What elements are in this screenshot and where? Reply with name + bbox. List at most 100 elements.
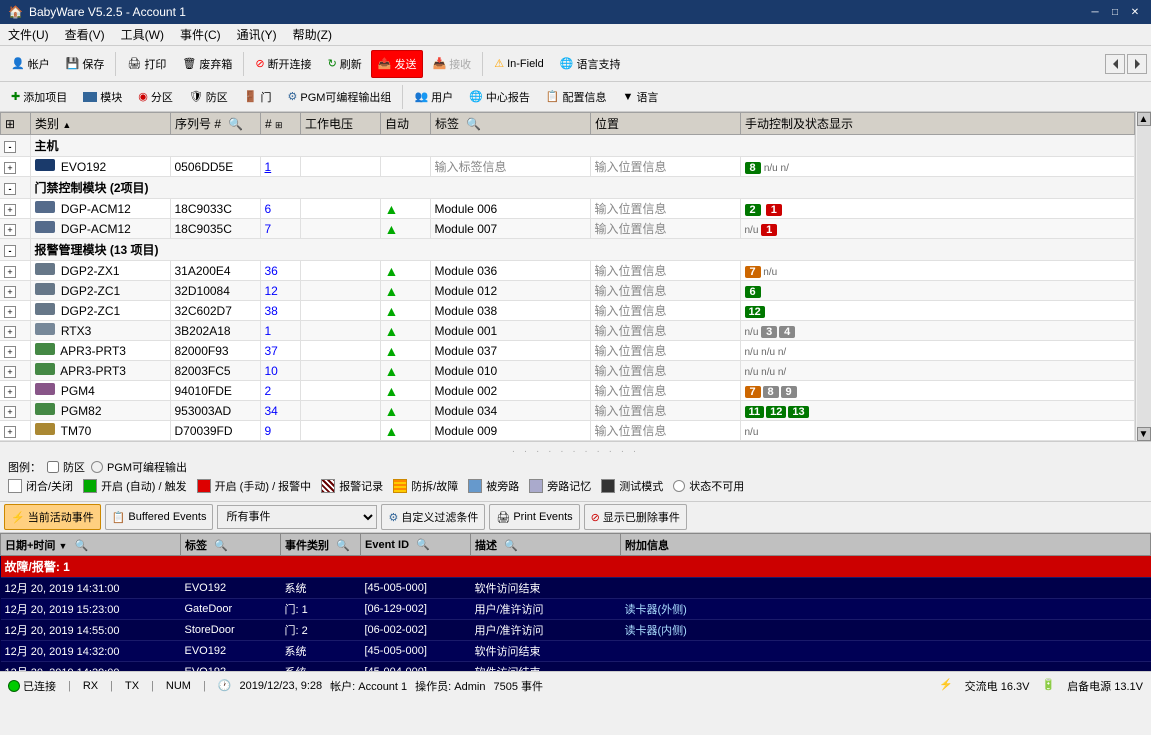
print-events-icon: 🖨 [496,511,510,524]
event-row[interactable]: 12月 20, 2019 14:55:00 StoreDoor 门: 2 [06… [1,620,1151,641]
menu-view[interactable]: 查看(V) [57,24,113,45]
col-serial[interactable]: 序列号 # 🔍 [171,113,261,135]
table-row[interactable]: + DGP-ACM12 18C9035C 7 ▲ Module 007 输入位置… [0,219,1135,239]
status-bar: 已连接 | RX | TX | NUM | 🕐 2019/12/23, 9:28… [0,671,1151,699]
event-row[interactable]: 12月 20, 2019 15:23:00 GateDoor 门: 1 [06-… [1,599,1151,620]
maximize-button[interactable]: □ [1107,4,1123,20]
btn-disconnect[interactable]: ⊘ 断开连接 [248,50,318,78]
btn-area[interactable]: 🛡 防区 [182,85,235,109]
window-title: BabyWare V5.2.5 - Account 1 [29,5,186,19]
col-type[interactable]: 类别 ▲ [31,113,171,135]
minimize-button[interactable]: ─ [1087,4,1103,20]
menu-help[interactable]: 帮助(Z) [285,24,340,45]
status-operator: 操作员: Admin [415,678,485,694]
events-toolbar: ⚡ 当前活动事件 📋 Buffered Events 所有事件 ⚙ 自定义过滤条… [0,501,1151,533]
btn-language[interactable]: 🌐 语言支持 [553,50,628,78]
ev-col-label[interactable]: 标签 🔍 [181,534,281,556]
event-row[interactable]: 12月 20, 2019 14:29:00 EVO192 系统 [45-004-… [1,662,1151,672]
btn-infield[interactable]: ⚠ In-Field [487,50,551,78]
device-table-body: - 主机 + EVO192 0506DD5E 1 [0,135,1135,441]
btn-custom-filter[interactable]: ⚙ 自定义过滤条件 [381,504,485,530]
btn-zone[interactable]: ◉ 分区 [131,85,180,109]
table-row[interactable]: + DGP2-ZC1 32C602D7 38 ▲ Module 038 输入位置… [0,301,1135,321]
table-row[interactable]: + DGP2-ZX1 31A200E4 36 ▲ Module 036 输入位置… [0,261,1135,281]
btn-print-events[interactable]: 🖨 Print Events [489,504,579,530]
table-row[interactable]: + PGM82 953003AD 34 ▲ Module 034 输入位置信息 [0,401,1135,421]
title-bar-controls[interactable]: ─ □ ✕ [1087,4,1143,20]
disconnect-icon: ⊘ [255,57,264,70]
ev-col-datetime[interactable]: 日期+时间 ▼ 🔍 [1,534,181,556]
legend-pgm: PGM可编程输出 [91,459,187,475]
table-row[interactable]: + RTX3 3B202A18 1 ▲ Module 001 输入位置信息 [0,321,1135,341]
menu-file[interactable]: 文件(U) [0,24,57,45]
btn-buffered-events[interactable]: 📋 Buffered Events [105,504,214,530]
legend-circle [91,461,103,473]
account-icon: 👤 [11,57,25,70]
legend-bypass: 被旁路 [468,478,519,494]
menu-tools[interactable]: 工具(W) [113,24,172,45]
btn-send[interactable]: 📤 发送 [371,50,424,78]
vertical-scrollbar[interactable]: ▲ ▼ [1135,112,1151,441]
table-row[interactable]: + DGP-ACM12 18C9033C 6 ▲ Module 006 输入位置… [0,199,1135,219]
btn-report[interactable]: 🌐 中心报告 [462,85,537,109]
item-location: 输入位置信息 [590,157,740,177]
col-label[interactable]: 标签 🔍 [431,113,591,135]
ev-col-desc[interactable]: 描述 🔍 [471,534,621,556]
btn-save[interactable]: 💾 保存 [59,50,112,78]
expand-door[interactable]: - [4,183,16,195]
ev-col-info[interactable]: 附加信息 [621,534,1151,556]
toolbar-secondary: ✚ 添加项目 模块 ◉ 分区 🛡 防区 🚪 门 ⚙ PGM可编程输出组 👥 用户… [0,82,1151,112]
events-filter-select[interactable]: 所有事件 [217,505,377,529]
ac-power-icon: ⚡ [939,678,953,694]
btn-print[interactable]: 🖨 打印 [120,50,173,78]
label-search-icon: 🔍 [466,117,481,131]
nav-next[interactable] [1127,54,1147,74]
btn-account[interactable]: 👤 帐户 [4,50,57,78]
col-voltage: 工作电压 [301,113,381,135]
menu-comm[interactable]: 通讯(Y) [229,24,285,45]
connection-led [8,680,20,692]
user-icon: 👥 [414,90,428,103]
col-manual: 手动控制及状态显示 [741,113,1135,135]
table-row[interactable]: + APR3-PRT3 82003FC5 10 ▲ Module 010 输入位… [0,361,1135,381]
ev-search-desc: 🔍 [504,540,518,552]
col-location[interactable]: 位置 [591,113,741,135]
table-row[interactable]: + APR3-PRT3 82000F93 37 ▲ Module 037 输入位… [0,341,1135,361]
btn-trash[interactable]: 🗑 废弃箱 [175,50,239,78]
status-events-count: 7505 事件 [493,678,543,694]
expand-alarm[interactable]: - [4,245,16,257]
legend-row2: 闭合/关闭 开启 (自动) / 触发 开启 (手动) / 报警中 报警记录 防拆… [8,478,1143,494]
scroll-down[interactable]: ▼ [1137,427,1151,441]
table-row[interactable]: + DGP2-ZC1 32D10084 12 ▲ Module 012 输入位置… [0,281,1135,301]
scroll-up[interactable]: ▲ [1137,112,1151,126]
btn-receive[interactable]: 📥 接收 [425,50,478,78]
infield-icon: ⚠ [494,57,504,70]
status-rx: RX [83,680,98,692]
legend-closed: 闭合/关闭 [8,478,73,494]
close-button[interactable]: ✕ [1127,4,1143,20]
btn-lang[interactable]: ▼ 语言 [616,85,666,109]
status-account: 帐户: Account 1 [330,678,407,694]
nav-prev[interactable] [1105,54,1125,74]
event-row[interactable]: 12月 20, 2019 14:32:00 EVO192 系统 [45-005-… [1,641,1151,662]
btn-user[interactable]: 👥 用户 [407,85,460,109]
group-header-alarm: - 报警管理模块 (13 项目) [0,239,1135,261]
col-num[interactable]: # ⊞ [261,113,301,135]
table-row[interactable]: + PGM4 94010FDE 2 ▲ Module 002 输入位置信息 [0,381,1135,401]
ev-col-id[interactable]: Event ID 🔍 [361,534,471,556]
table-row[interactable]: + EVO192 0506DD5E 1 输入标签信息 输入位置信息 [0,157,1135,177]
menu-events[interactable]: 事件(C) [172,24,229,45]
btn-show-deleted[interactable]: ⊘ 显示已删除事件 [584,504,687,530]
ev-col-type[interactable]: 事件类别 🔍 [281,534,361,556]
btn-current-events[interactable]: ⚡ 当前活动事件 [4,504,101,530]
search-icon: 🔍 [228,117,243,131]
btn-door[interactable]: 🚪 门 [237,85,279,109]
btn-module[interactable]: 模块 [76,85,129,109]
expand-host[interactable]: - [4,141,16,153]
event-row[interactable]: 12月 20, 2019 14:31:00 EVO192 系统 [45-005-… [1,578,1151,599]
table-row[interactable]: + TM70 D70039FD 9 ▲ Module 009 输入位置信息 [0,421,1135,441]
btn-refresh[interactable]: ↻ 刷新 [321,50,369,78]
btn-add-item[interactable]: ✚ 添加项目 [4,85,74,109]
btn-config[interactable]: 📋 配置信息 [539,85,614,109]
btn-pgm[interactable]: ⚙ PGM可编程输出组 [281,85,399,109]
